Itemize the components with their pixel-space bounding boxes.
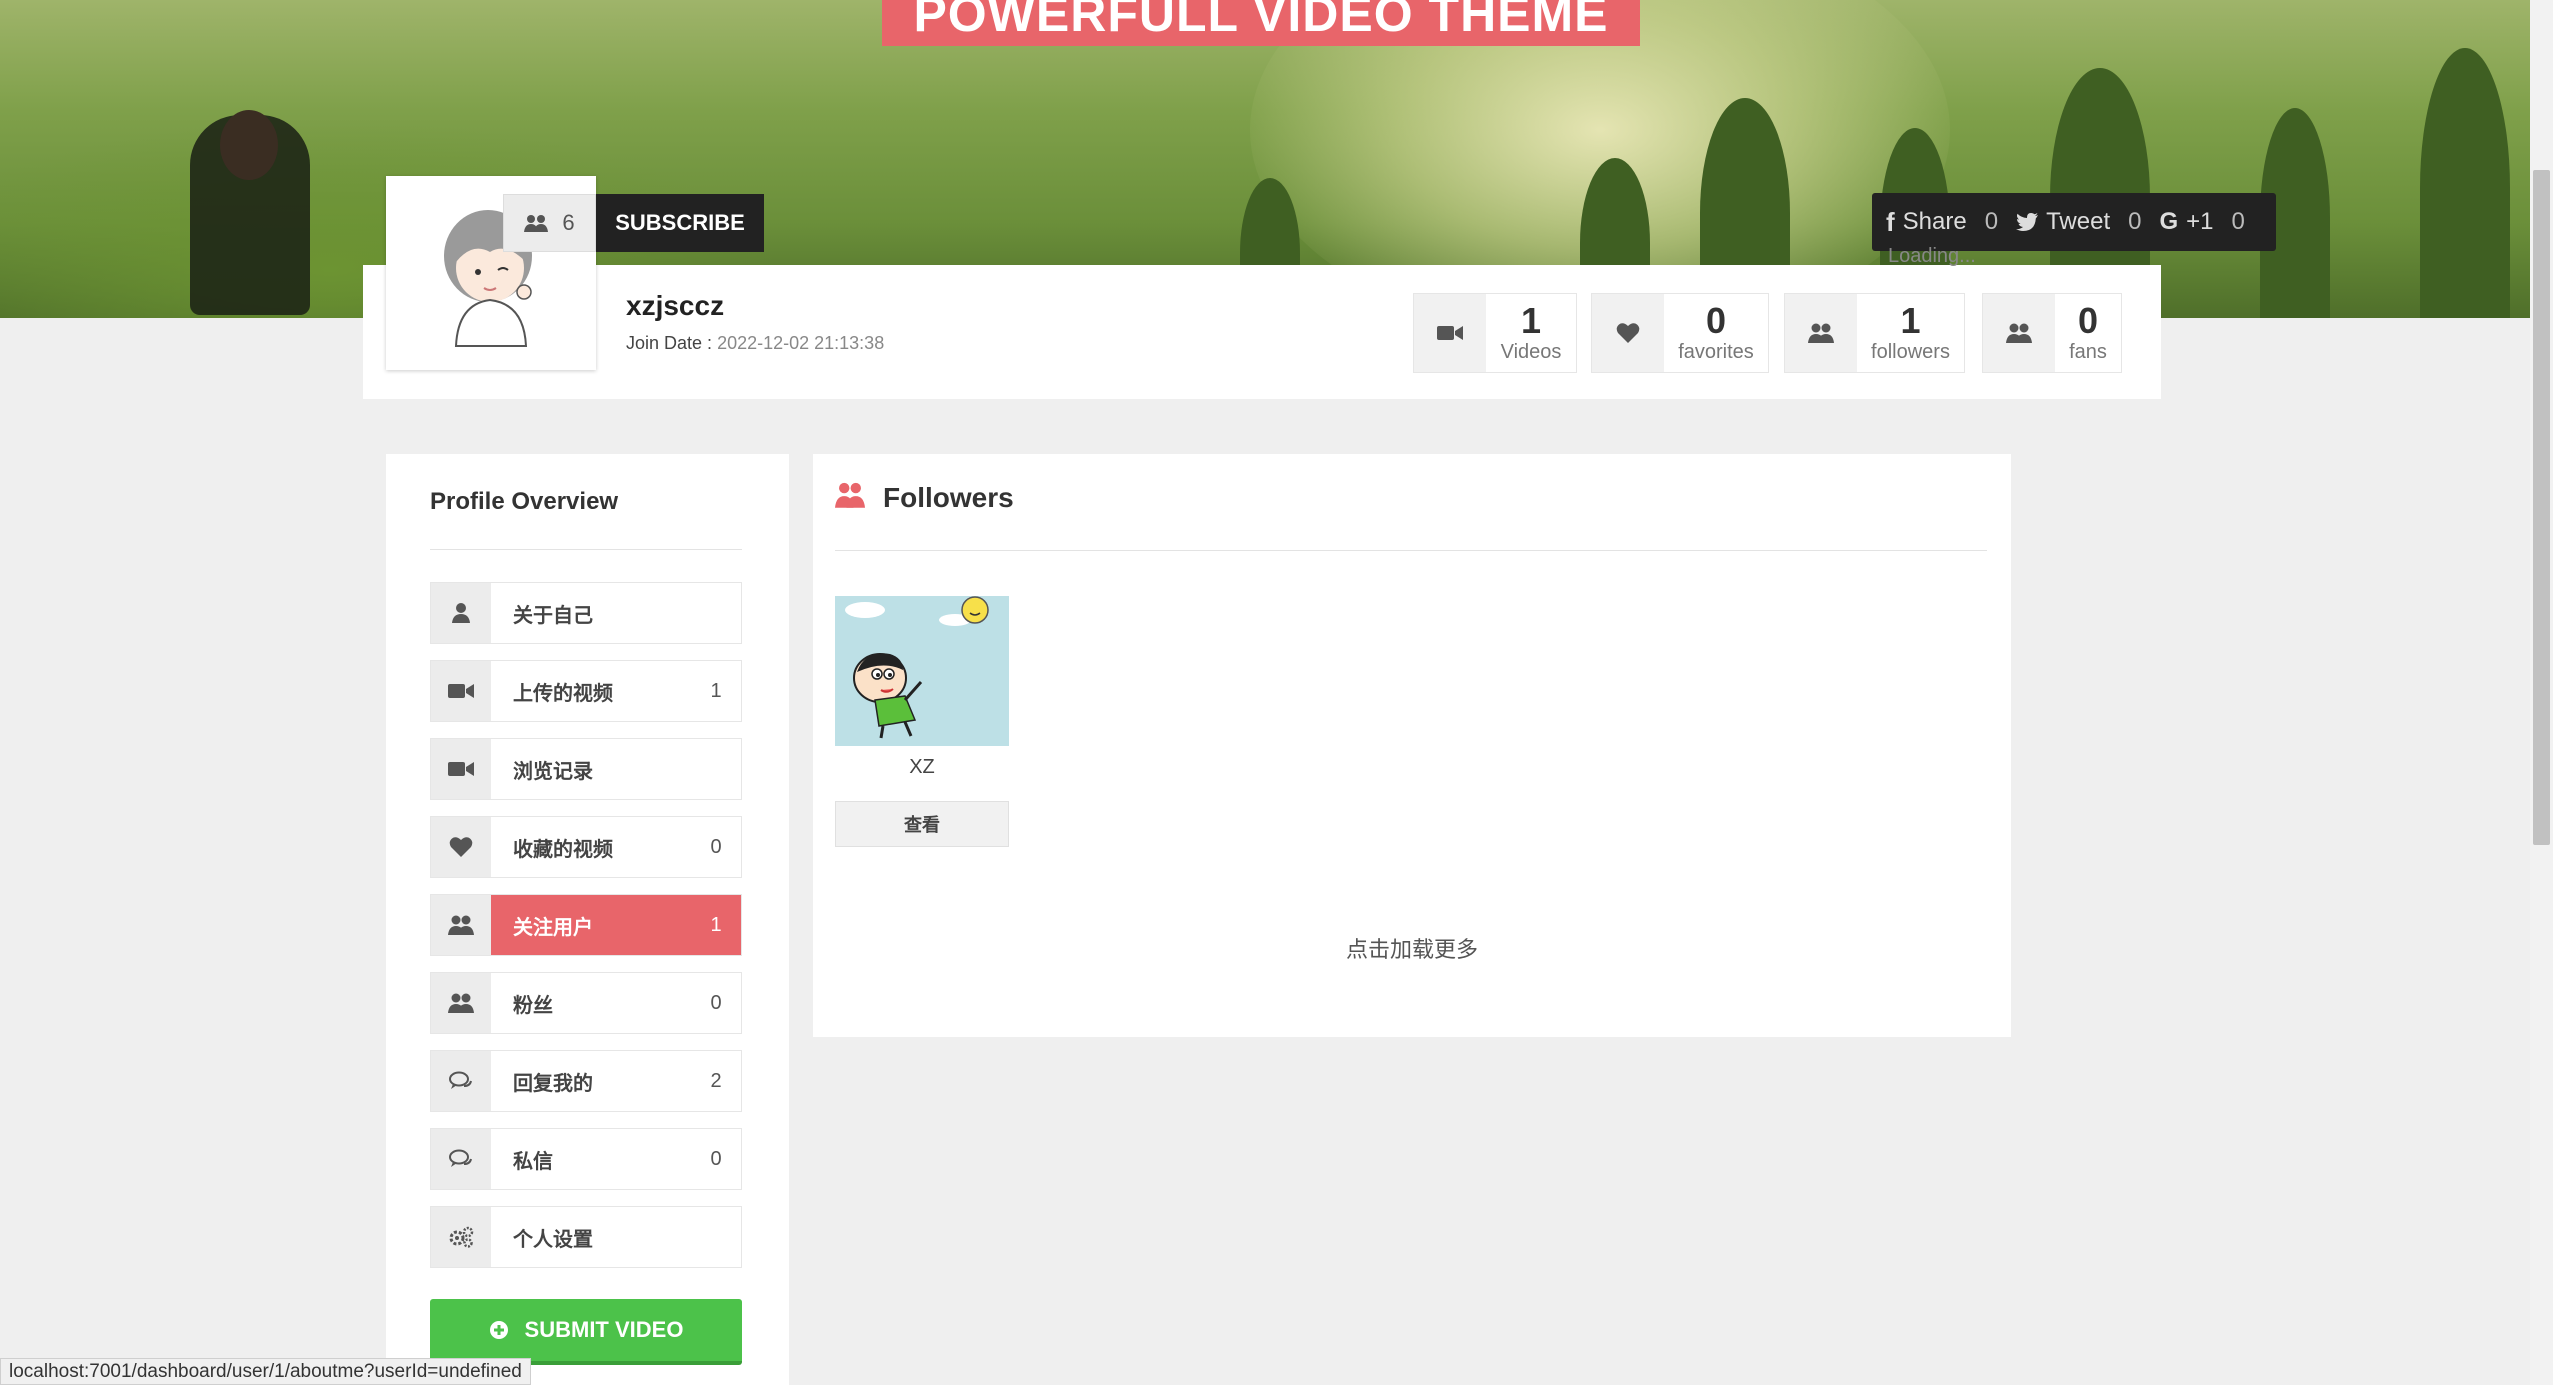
users-icon [1785,294,1857,372]
stat-value: 0 [2077,299,2099,341]
follower-avatar[interactable] [835,596,1009,746]
divider [430,549,742,550]
sidebar-item-messages[interactable]: 私信 0 [430,1128,742,1190]
page-scrollbar[interactable] [2530,0,2553,1385]
user-icon [431,583,491,643]
sidebar-title: Profile Overview [430,488,619,515]
stat-value: 0 [1705,299,1727,341]
submit-video-label: SUBMIT VIDEO [524,1317,684,1342]
sidebar-item-label: 收藏的视频 [513,838,613,861]
heart-icon [431,817,491,877]
followers-panel: Followers XZ 查看 点击加载更多 [813,454,2011,1037]
plus-circle-icon [489,1320,509,1340]
subscriber-count-value: 6 [562,210,575,235]
users-icon [1983,294,2055,372]
page: { "hero": {"theme_title": "POWERFULL VID… [0,0,2553,1385]
sidebar-item-fans[interactable]: 粉丝 0 [430,972,742,1034]
status-bar-url: localhost:7001/dashboard/user/1/aboutme?… [0,1358,531,1385]
users-icon [431,973,491,1033]
sidebar-item-count: 2 [710,1069,722,1092]
twitter-tweet-link[interactable]: Tweet [2046,208,2110,236]
follower-card: XZ 查看 [835,596,1009,847]
twitter-icon[interactable] [2016,213,2039,231]
scrollbar-thumb[interactable] [2533,170,2550,845]
sidebar-item-label: 粉丝 [513,994,553,1017]
load-more-link[interactable]: 点击加载更多 [813,932,2011,964]
sidebar-item-count [691,583,741,643]
sidebar-item-count: 1 [710,679,722,702]
sidebar-item-about-me[interactable]: 关于自己 [430,582,742,644]
sidebar-item-count [691,1207,741,1267]
sidebar-item-count: 0 [710,991,722,1014]
video-camera-icon [431,739,491,799]
sidebar-item-count: 1 [691,895,741,955]
stat-videos[interactable]: 1 Videos [1413,293,1577,373]
submit-video-button[interactable]: SUBMIT VIDEO [430,1299,742,1365]
sidebar-item-count: 0 [710,835,722,858]
video-camera-icon [431,661,491,721]
sidebar-item-label: 个人设置 [513,1228,593,1251]
google-plus-icon[interactable]: G [2159,208,2178,236]
share-bar: f Share 0 Tweet 0 G +1 0 [1872,193,2276,251]
join-date-label: Join Date : [626,333,713,353]
panel-title: Followers [883,482,1014,513]
sidebar-item-label: 私信 [513,1150,553,1173]
subscriber-count: 6 [503,194,596,252]
twitter-tweet-count: 0 [2128,208,2142,235]
join-date-value: 2022-12-02 21:13:38 [717,333,885,353]
comments-icon [431,1129,491,1189]
stat-label: followers [1871,340,1950,363]
profile-sidebar: Profile Overview 关于自己 上传的视频 1 浏览记录 收藏的视频… [386,454,789,1385]
sidebar-item-uploaded-videos[interactable]: 上传的视频 1 [430,660,742,722]
stat-label: favorites [1678,340,1754,363]
follower-name[interactable]: XZ [835,756,1009,779]
view-follower-button[interactable]: 查看 [835,801,1009,847]
sidebar-item-favorite-videos[interactable]: 收藏的视频 0 [430,816,742,878]
sidebar-item-following[interactable]: 关注用户 1 [430,894,742,956]
divider [835,550,1987,551]
stat-value: 1 [1900,299,1921,341]
sidebar-item-history[interactable]: 浏览记录 [430,738,742,800]
facebook-share-count: 0 [1984,208,1999,235]
cogs-icon [431,1207,491,1267]
comments-icon [431,1051,491,1111]
sidebar-item-replies[interactable]: 回复我的 2 [430,1050,742,1112]
stat-favorites[interactable]: 0 favorites [1591,293,1769,373]
sidebar-item-settings[interactable]: 个人设置 [430,1206,742,1268]
sidebar-item-label: 关于自己 [513,604,593,627]
sidebar-item-label: 上传的视频 [513,682,613,705]
stat-label: Videos [1500,340,1562,363]
facebook-icon[interactable]: f [1886,207,1895,238]
stat-label: fans [2069,340,2107,363]
stat-followers[interactable]: 1 followers [1784,293,1965,373]
join-date: Join Date : 2022-12-02 21:13:38 [626,333,884,354]
sidebar-item-label: 浏览记录 [513,760,593,783]
stat-fans[interactable]: 0 fans [1982,293,2122,373]
loading-text: Loading... [1888,245,1976,267]
sidebar-item-label: 关注用户 [491,895,691,955]
google-plus-count: 0 [2231,208,2245,235]
sidebar-item-label: 回复我的 [513,1072,593,1095]
sidebar-item-count [691,739,741,799]
username: xzjsccz [626,290,725,321]
stat-value: 1 [1520,299,1542,341]
users-icon [431,895,491,955]
facebook-share-link[interactable]: Share [1903,208,1967,236]
users-icon [835,482,865,508]
heart-icon [1592,294,1664,372]
video-camera-icon [1414,294,1486,372]
sidebar-item-count: 0 [710,1147,722,1170]
google-plus-link[interactable]: +1 [2186,208,2213,236]
users-icon [524,214,549,232]
subscribe-button[interactable]: SUBSCRIBE [596,194,764,252]
theme-title: POWERFULL VIDEO THEME [882,0,1640,46]
